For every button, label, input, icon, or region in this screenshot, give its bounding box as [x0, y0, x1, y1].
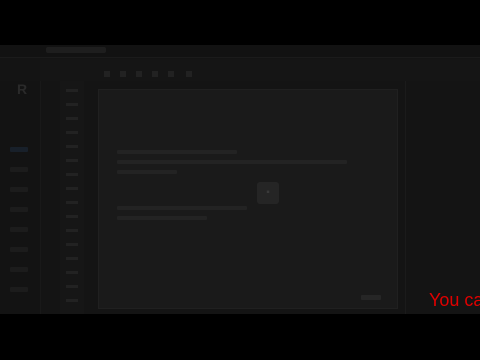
modal-close-button[interactable]: [361, 295, 381, 300]
sidebar-item[interactable]: [10, 267, 28, 272]
app-logo: R: [16, 81, 28, 97]
line-marker: [66, 215, 78, 218]
line-marker: [66, 187, 78, 190]
line-marker: [66, 159, 78, 162]
line-marker: [66, 299, 78, 302]
sidebar-item[interactable]: [10, 287, 28, 292]
line-marker: [66, 89, 78, 92]
line-marker: [66, 145, 78, 148]
line-marker: [66, 243, 78, 246]
text-line: [117, 216, 207, 220]
toolbar-icon[interactable]: [186, 71, 192, 77]
text-line: [117, 170, 177, 174]
line-number-column: [60, 81, 84, 314]
image-button[interactable]: ▪: [257, 182, 279, 204]
left-sidebar: R: [0, 81, 41, 314]
line-marker: [66, 229, 78, 232]
line-marker: [66, 173, 78, 176]
toolbar: [40, 59, 480, 81]
sidebar-item[interactable]: [10, 147, 28, 152]
text-line: [117, 160, 347, 164]
text-line: [117, 150, 237, 154]
toolbar-icon[interactable]: [152, 71, 158, 77]
text-line: [117, 206, 247, 210]
line-marker: [66, 117, 78, 120]
line-marker: [66, 285, 78, 288]
letterbox-bottom: [0, 314, 480, 360]
line-marker: [66, 271, 78, 274]
subtitle-caption: You ca: [429, 290, 480, 310]
title-bar: [0, 45, 480, 58]
panel-divider: [405, 81, 406, 314]
letterbox-top: [0, 0, 480, 45]
toolbar-icon[interactable]: [104, 71, 110, 77]
line-marker: [66, 131, 78, 134]
line-marker: [66, 257, 78, 260]
toolbar-icon[interactable]: [168, 71, 174, 77]
image-icon: ▪: [266, 187, 270, 198]
modal-body: [117, 150, 373, 250]
sidebar-item[interactable]: [10, 167, 28, 172]
sidebar-item[interactable]: [10, 247, 28, 252]
dimmed-application: R ▪: [0, 45, 480, 314]
window-title-placeholder: [46, 47, 106, 53]
line-marker: [66, 201, 78, 204]
line-marker: [66, 103, 78, 106]
toolbar-icon[interactable]: [136, 71, 142, 77]
sidebar-item[interactable]: [10, 187, 28, 192]
sidebar-item[interactable]: [10, 227, 28, 232]
toolbar-icon[interactable]: [120, 71, 126, 77]
sidebar-item[interactable]: [10, 207, 28, 212]
modal-dialog: ▪: [98, 89, 398, 309]
video-frame: R ▪: [0, 45, 480, 314]
